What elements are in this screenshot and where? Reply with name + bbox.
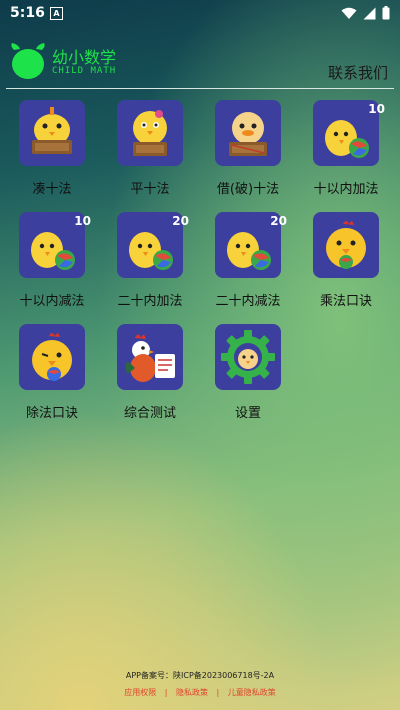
status-time: 5:16 [10, 5, 45, 21]
app-subtitle: CHILD MATH [52, 66, 117, 76]
tile-add-within-20[interactable]: 20 二十内加法 [104, 212, 194, 322]
tile-label: 综合测试 [123, 406, 176, 421]
chicken-icon [19, 324, 85, 390]
tile-label: 借(破)十法 [216, 182, 280, 197]
tile-label: 平十法 [130, 182, 170, 197]
tile-flat-ten[interactable]: 平十法 [104, 100, 194, 210]
chicken-icon [313, 212, 379, 278]
footer-separator: | [216, 688, 220, 697]
tile-borrow-ten[interactable]: 借(破)十法 [202, 100, 292, 210]
tile-comprehensive-test[interactable]: 综合测试 [104, 324, 194, 434]
icp-record-text: APP备案号：陕ICP备2023006718号-2A [125, 671, 275, 680]
tile-label: 十以内减法 [19, 294, 85, 309]
app-logo-icon [11, 43, 45, 79]
gear-icon [215, 324, 281, 390]
badge-20: 20 [270, 214, 287, 228]
app-header: 幼小数学 CHILD MATH 联系我们 [0, 30, 400, 88]
badge-20: 20 [172, 214, 189, 228]
child-privacy-policy-link[interactable]: 儿童隐私政策 [228, 688, 276, 697]
footer-links: 应用权限 | 隐私政策 | 儿童隐私政策 [0, 687, 400, 698]
app-title: 幼小数学 [52, 48, 117, 67]
privacy-policy-link[interactable]: 隐私政策 [176, 688, 208, 697]
tile-label: 二十内加法 [117, 294, 183, 309]
status-bar: 5:16 A [0, 0, 400, 26]
tile-label: 除法口诀 [25, 406, 78, 421]
tile-multiplication-table[interactable]: 乘法口诀 [300, 212, 390, 322]
tile-make-ten[interactable]: 凑十法 [6, 100, 96, 210]
badge-10: 10 [368, 102, 385, 116]
notification-a-icon: A [50, 7, 63, 20]
app-permissions-link[interactable]: 应用权限 [124, 688, 156, 697]
tile-label: 设置 [234, 406, 261, 421]
tile-label: 十以内加法 [313, 182, 379, 197]
tile-add-within-10[interactable]: 10 十以内加法 [300, 100, 390, 210]
chick-sign-icon [215, 100, 281, 166]
footer-separator: | [164, 688, 168, 697]
rooster-icon [117, 324, 183, 390]
tile-settings[interactable]: 设置 [202, 324, 292, 434]
wifi-icon [341, 7, 357, 19]
contact-us-link[interactable]: 联系我们 [328, 62, 388, 83]
tile-label: 乘法口诀 [319, 294, 372, 309]
badge-10: 10 [74, 214, 91, 228]
chick-sign-icon [19, 100, 85, 166]
tile-sub-within-10[interactable]: 10 十以内减法 [6, 212, 96, 322]
battery-icon [382, 6, 390, 20]
header-divider [6, 88, 394, 89]
tile-label: 凑十法 [32, 182, 72, 197]
tile-division-table[interactable]: 除法口诀 [6, 324, 96, 434]
tile-label: 二十内减法 [215, 294, 281, 309]
chick-sign-icon [117, 100, 183, 166]
tile-sub-within-20[interactable]: 20 二十内减法 [202, 212, 292, 322]
footer: APP备案号：陕ICP备2023006718号-2A 应用权限 | 隐私政策 |… [0, 670, 400, 698]
signal-icon [363, 7, 376, 19]
status-icons [341, 6, 390, 20]
